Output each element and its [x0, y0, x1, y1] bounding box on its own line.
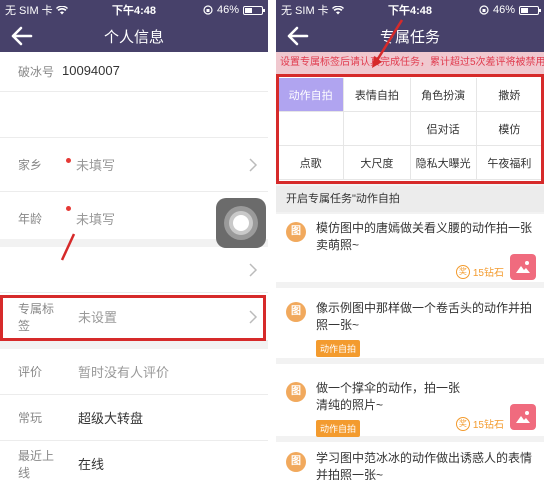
task-card[interactable]: 图 做一个撑伞的动作，拍一张清纯的照片~ 动作自拍 奖 15钻石 — [276, 364, 544, 442]
picture-icon — [516, 261, 530, 273]
battery-fill — [245, 7, 253, 13]
tag-coquettish[interactable]: 撒娇 — [476, 78, 542, 112]
picture-icon — [516, 411, 530, 423]
often-play-value: 超级大转盘 — [78, 411, 144, 426]
chevron-right-icon — [249, 263, 258, 277]
tag-midnight-bonus[interactable]: 午夜福利 — [476, 146, 542, 180]
tag-row: 点歌 大尺度 隐私大曝光 午夜福利 — [278, 146, 542, 180]
status-bar: 无 SIM 卡 下午4:48 46% — [276, 0, 544, 20]
exclusive-tag-label: 专属标签 — [18, 301, 55, 333]
battery-fill — [521, 7, 529, 13]
hometown-row[interactable]: 家乡 未填写 — [0, 138, 268, 192]
reward: 奖 15钻石 — [455, 416, 504, 431]
tag-action-selfie[interactable]: 动作自拍 — [278, 78, 345, 112]
age-value: 未填写 — [76, 212, 116, 227]
image-task-icon: 图 — [286, 222, 306, 242]
exclusive-tag-row[interactable]: 专属标签 未设置 — [0, 293, 268, 341]
rating-label: 评价 — [18, 365, 43, 379]
last-online-label: 最近上线 — [18, 448, 55, 480]
battery-percent: 46% — [492, 4, 515, 16]
tag-empty — [344, 112, 411, 146]
tag-couple-dialogue[interactable]: 侣对话 — [410, 112, 477, 146]
rating-value: 暂时没有人评价 — [78, 365, 170, 380]
annotation-arrow — [372, 19, 404, 68]
battery-percent: 46% — [216, 4, 239, 16]
ice-id-value: 10094007 — [62, 63, 120, 78]
reward-icon: 奖 — [455, 264, 470, 279]
tag-expression-selfie[interactable]: 表情自拍 — [344, 78, 411, 112]
tag-bold[interactable]: 大尺度 — [344, 146, 411, 180]
back-arrow-icon[interactable] — [286, 25, 310, 47]
notice-banner: 设置专属标签后请认真完成任务，累计超过5次差评将被禁用 — [276, 52, 544, 74]
tag-song-request[interactable]: 点歌 — [278, 146, 345, 180]
photo-upload-button[interactable] — [510, 404, 536, 430]
battery-icon — [519, 5, 541, 15]
tag-empty — [278, 112, 345, 146]
rating-row: 评价 暂时没有人评价 — [0, 349, 268, 395]
task-tag-chip: 动作自拍 — [316, 340, 361, 357]
rotation-lock-icon — [203, 5, 213, 15]
back-arrow-icon[interactable] — [10, 25, 34, 47]
blank-row — [0, 92, 268, 138]
hometown-label: 家乡 — [18, 158, 43, 172]
ice-id-row: 破冰号 10094007 — [0, 52, 268, 92]
last-online-row: 最近上线 在线 — [0, 441, 268, 480]
required-dot — [66, 158, 71, 163]
tag-imitate[interactable]: 模仿 — [476, 112, 542, 146]
image-task-icon: 图 — [286, 452, 306, 472]
tag-grid: 动作自拍 表情自拍 角色扮演 撒娇 侣对话 模仿 点歌 大尺度 隐私大曝光 午夜… — [276, 76, 544, 182]
personal-info-screen: 无 SIM 卡 下午4:48 46% 个人信息 破冰号 10094007 家乡 … — [0, 0, 268, 480]
reward-icon: 奖 — [455, 416, 470, 431]
rotation-lock-icon — [479, 5, 489, 15]
task-card[interactable]: 图 模仿图中的唐嫣做关看义腰的动作拍一张卖萌照~ 奖 15钻石 — [276, 214, 544, 288]
last-online-value: 在线 — [78, 457, 105, 472]
tag-roleplay[interactable]: 角色扮演 — [410, 78, 477, 112]
tag-privacy-exposure[interactable]: 隐私大曝光 — [410, 146, 477, 180]
tag-row: 侣对话 模仿 — [278, 112, 542, 146]
nav-bar: 专属任务 — [276, 20, 544, 52]
chevron-right-icon — [249, 310, 258, 324]
exclusive-tasks-screen: 无 SIM 卡 下午4:48 46% 专属任务 设置专属标签后请认真完成任务，累… — [276, 0, 544, 480]
task-search-bar[interactable]: 开启专属任务"动作自拍 — [276, 186, 544, 212]
page-title: 专属任务 — [379, 28, 440, 46]
task-card[interactable]: 图 像示例图中那样做一个卷舌头的动作并拍照一张~ 动作自拍 — [276, 288, 544, 364]
task-description: 像示例图中那样做一个卷舌头的动作并拍照一张~ — [316, 301, 533, 332]
ice-id-label: 破冰号 — [18, 65, 55, 79]
battery-icon — [243, 5, 265, 15]
often-play-row: 常玩 超级大转盘 — [0, 395, 268, 441]
task-tag-chip: 动作自拍 — [316, 420, 361, 437]
reward: 奖 15钻石 — [455, 264, 504, 279]
image-task-icon: 图 — [286, 302, 306, 322]
assistive-touch-button[interactable] — [216, 198, 266, 248]
section-gap — [0, 341, 268, 349]
annotation-stroke — [60, 233, 76, 261]
page-title: 个人信息 — [103, 28, 164, 46]
nav-bar: 个人信息 — [0, 20, 268, 52]
reward-amount: 15钻石 — [472, 268, 504, 279]
photo-upload-button[interactable] — [510, 254, 536, 280]
unnamed-row[interactable] — [0, 247, 268, 293]
task-description: 做一个撑伞的动作，拍一张清纯的照片~ — [316, 381, 461, 412]
task-card[interactable]: 图 学习图中范冰冰的动作做出诱惑人的表情并拍照一张~ — [276, 442, 544, 480]
often-play-label: 常玩 — [18, 411, 43, 425]
tag-row: 动作自拍 表情自拍 角色扮演 撒娇 — [278, 78, 542, 112]
image-task-icon: 图 — [286, 382, 306, 402]
required-dot — [66, 206, 71, 211]
chevron-right-icon — [249, 158, 258, 172]
age-label: 年龄 — [18, 212, 43, 226]
exclusive-tag-value: 未设置 — [78, 310, 118, 325]
task-description: 模仿图中的唐嫣做关看义腰的动作拍一张卖萌照~ — [316, 221, 533, 252]
status-bar: 无 SIM 卡 下午4:48 46% — [0, 0, 268, 20]
reward-amount: 15钻石 — [472, 420, 504, 431]
task-description: 学习图中范冰冰的动作做出诱惑人的表情并拍照一张~ — [316, 451, 533, 480]
